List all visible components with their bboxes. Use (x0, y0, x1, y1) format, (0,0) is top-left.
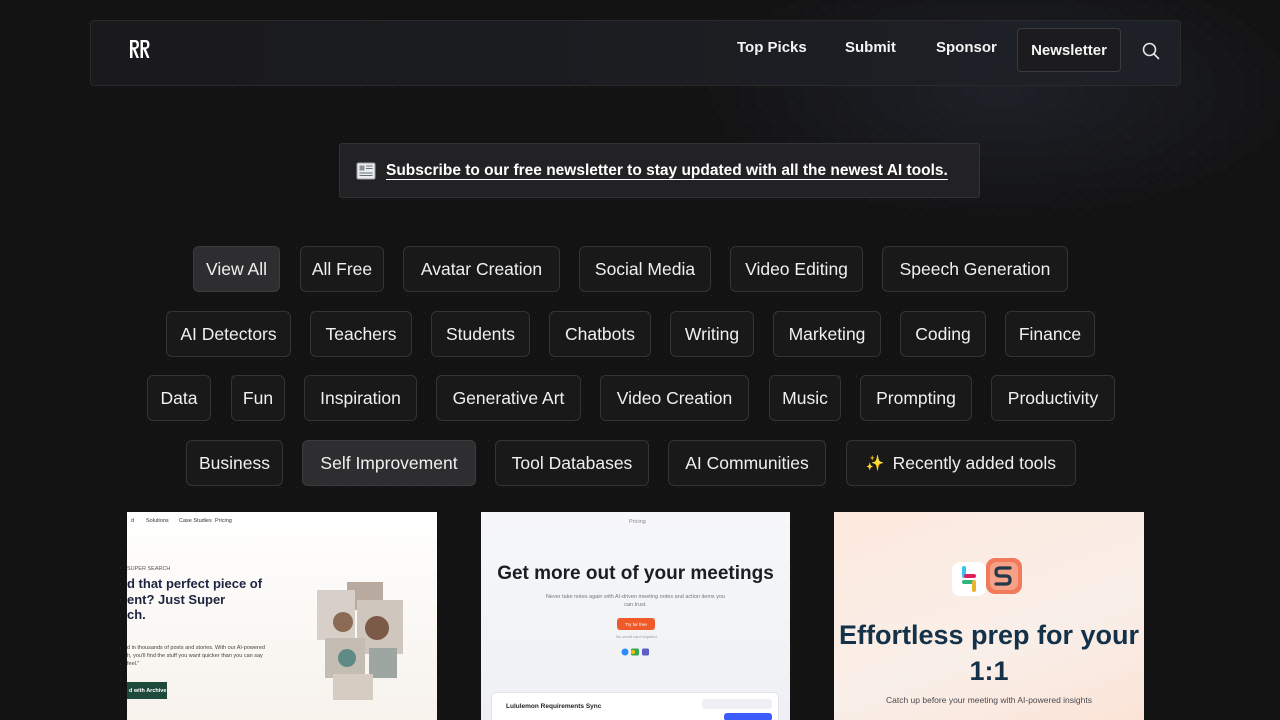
chip-avatar-creation[interactable]: Avatar Creation (403, 246, 560, 292)
chip-recently-added-label: Recently added tools (892, 452, 1057, 473)
card2-panel-bubble (702, 699, 772, 709)
chip-generative-art[interactable]: Generative Art (436, 375, 581, 421)
chip-writing[interactable]: Writing (670, 311, 754, 357)
card2-panel-button (724, 713, 772, 720)
site-logo-icon[interactable] (129, 39, 151, 59)
newsletter-button[interactable]: Newsletter (1017, 28, 1121, 72)
card1-headline: d that perfect piece of ent? Just Super … (127, 576, 263, 622)
card3-title: Effortless prep for your 1:1 (838, 620, 1140, 686)
chip-video-creation[interactable]: Video Creation (600, 375, 749, 421)
chip-tool-databases[interactable]: Tool Databases (495, 440, 649, 486)
newsletter-banner[interactable]: Subscribe to our free newsletter to stay… (339, 143, 980, 198)
chip-social-media[interactable]: Social Media (579, 246, 711, 292)
chip-chatbots[interactable]: Chatbots (549, 311, 651, 357)
tool-card-1[interactable]: d Solutions Case Studies Pricing SUPER S… (127, 512, 437, 720)
chip-video-editing[interactable]: Video Editing (730, 246, 863, 292)
chip-coding[interactable]: Coding (900, 311, 986, 357)
chip-self-improvement[interactable]: Self Improvement (302, 440, 476, 486)
card1-photo-collage (317, 582, 403, 700)
chip-finance[interactable]: Finance (1005, 311, 1095, 357)
card3-subtitle: Catch up before your meeting with AI-pow… (885, 695, 1092, 705)
chip-music[interactable]: Music (769, 375, 841, 421)
card2-meeting-panel: Lululemon Requirements Sync (491, 692, 779, 720)
tool-card-3[interactable]: Effortless prep for your 1:1 Catch up be… (834, 512, 1144, 720)
card1-eyebrow: SUPER SEARCH (127, 566, 171, 572)
chip-speech-generation[interactable]: Speech Generation (882, 246, 1068, 292)
nav-sponsor[interactable]: Sponsor (936, 39, 997, 56)
search-icon[interactable] (1142, 42, 1160, 60)
card1-cta-button: d with Archive (127, 682, 167, 699)
newsletter-banner-link[interactable]: Subscribe to our free newsletter to stay… (386, 162, 948, 180)
card1-body: d in thousands of posts and stories. Wit… (127, 645, 265, 667)
card2-subtitle: Never take notes again with AI-driven me… (545, 594, 726, 608)
chip-marketing[interactable]: Marketing (773, 311, 881, 357)
chip-fun[interactable]: Fun (231, 375, 285, 421)
chip-recently-added-tools[interactable]: ✨ Recently added tools (846, 440, 1076, 486)
card1-nav-pricing: Pricing (215, 518, 232, 524)
chip-all-free[interactable]: All Free (300, 246, 384, 292)
card2-cta-button: Try for free (617, 618, 655, 630)
card2-panel-title: Lululemon Requirements Sync (506, 703, 602, 710)
card1-nav-link: d (131, 518, 135, 524)
chip-teachers[interactable]: Teachers (310, 311, 412, 357)
card2-integration-icons (621, 648, 649, 656)
nav-submit[interactable]: Submit (845, 39, 896, 56)
chip-students[interactable]: Students (431, 311, 530, 357)
app-integration-icons (952, 558, 1022, 596)
chip-ai-communities[interactable]: AI Communities (668, 440, 826, 486)
card2-note: No credit card required (616, 634, 657, 639)
top-navbar: Top Picks Submit Sponsor Newsletter (90, 20, 1181, 86)
chip-data[interactable]: Data (147, 375, 211, 421)
sparkles-icon: ✨ (865, 455, 885, 472)
chip-view-all[interactable]: View All (193, 246, 280, 292)
chip-business[interactable]: Business (186, 440, 283, 486)
card2-title: Get more out of your meetings (497, 563, 774, 584)
tool-card-2[interactable]: Pricing Get more out of your meetings Ne… (481, 512, 790, 720)
chip-prompting[interactable]: Prompting (860, 375, 972, 421)
chip-ai-detectors[interactable]: AI Detectors (166, 311, 291, 357)
card2-nav-pricing: Pricing (629, 519, 646, 525)
chip-inspiration[interactable]: Inspiration (304, 375, 417, 421)
newspaper-icon (356, 162, 376, 179)
chip-productivity[interactable]: Productivity (991, 375, 1115, 421)
card1-nav-case-studies: Case Studies (179, 518, 212, 524)
nav-top-picks[interactable]: Top Picks (737, 39, 807, 56)
card1-nav-solutions: Solutions (146, 518, 169, 524)
